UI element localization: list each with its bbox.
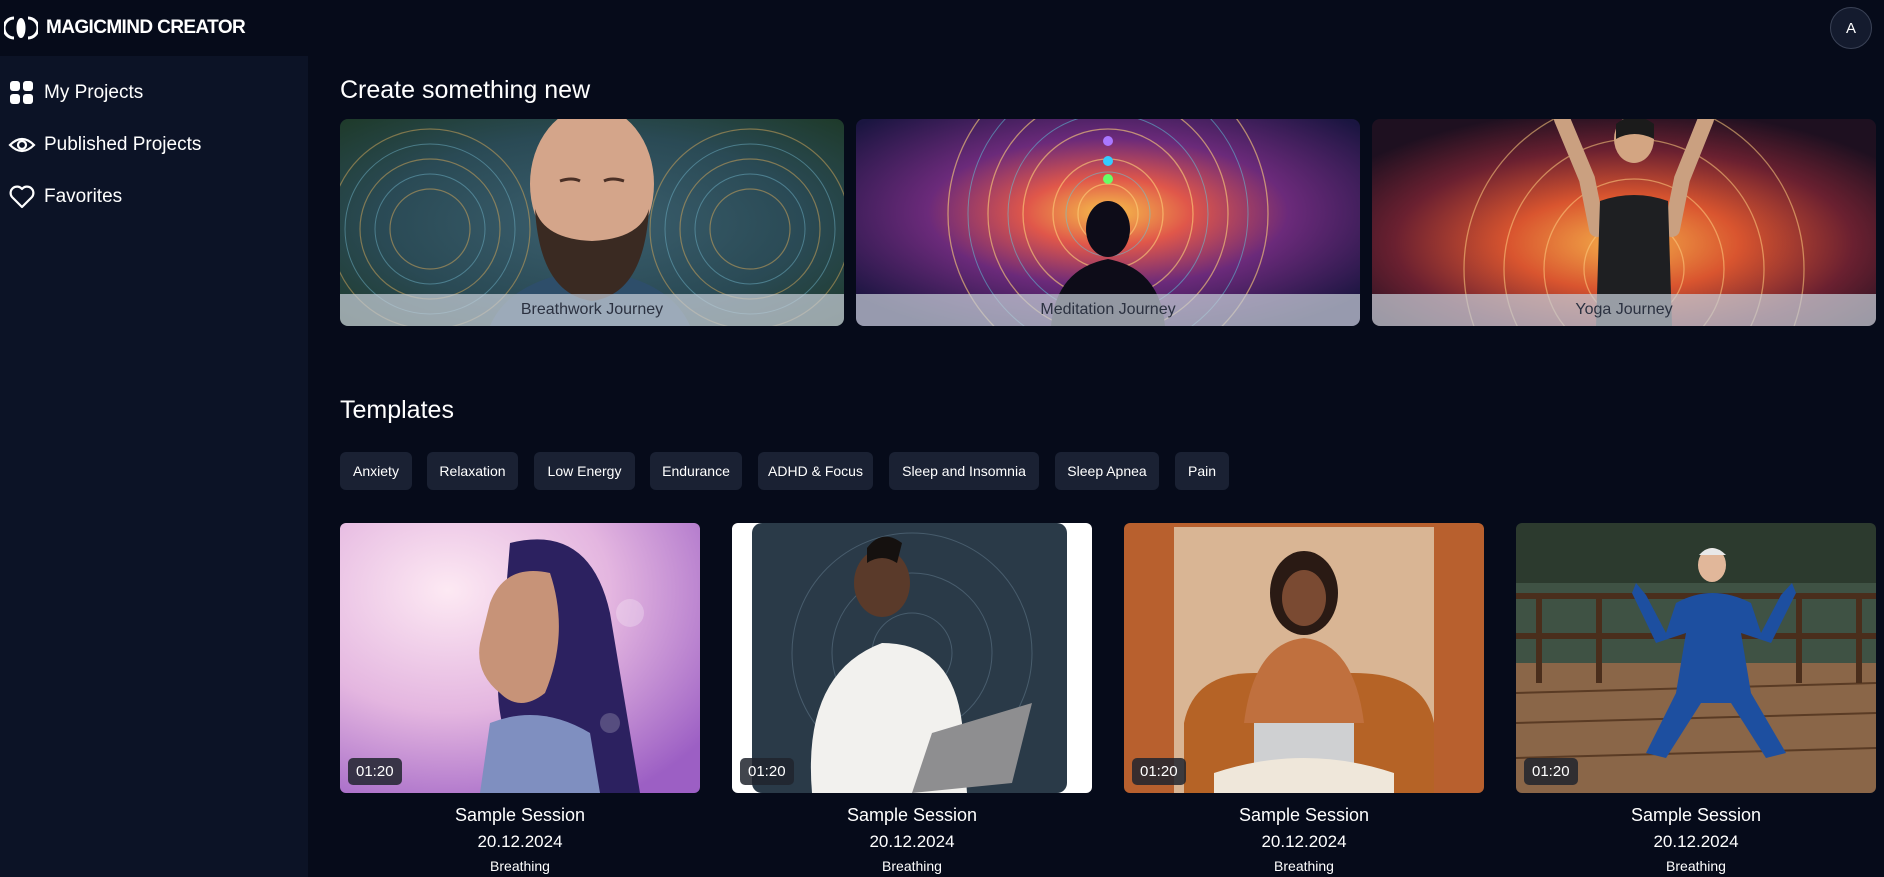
duration-badge: 01:20 — [1132, 758, 1186, 785]
filter-chip-adhd-focus[interactable]: ADHD & Focus — [758, 452, 873, 490]
template-thumbnail: 01:20 — [340, 523, 700, 793]
duration-badge: 01:20 — [348, 758, 402, 785]
journey-label: Meditation Journey — [856, 294, 1360, 326]
card-title: Sample Session — [1630, 805, 1762, 825]
logo-icon — [4, 16, 38, 40]
templates-section-title: Templates — [340, 396, 454, 424]
sidebar-item-published-projects[interactable]: Published Projects — [0, 128, 201, 162]
yoga-journey-card[interactable]: Yoga Journey — [1372, 119, 1876, 326]
card-category: Breathing — [882, 858, 942, 874]
card-date: 20.12.2024 — [1261, 832, 1347, 851]
card-title: Sample Session — [1238, 805, 1370, 825]
user-avatar[interactable]: A — [1830, 7, 1872, 49]
duration-badge: 01:20 — [1524, 758, 1578, 785]
grid-icon — [0, 76, 44, 110]
eye-icon — [0, 128, 44, 162]
duration-badge: 01:20 — [740, 758, 794, 785]
template-card[interactable]: 01:20 Sample Session 20.12.2024 Breathin… — [1516, 523, 1876, 874]
sidebar-item-my-projects[interactable]: My Projects — [0, 76, 143, 110]
filter-chip-sleep-apnea[interactable]: Sleep Apnea — [1055, 452, 1159, 490]
card-date: 20.12.2024 — [477, 832, 563, 851]
card-title: Sample Session — [454, 805, 586, 825]
top-bar: MAGICMIND CREATOR A — [0, 0, 1884, 56]
filter-chip-sleep-insomnia[interactable]: Sleep and Insomnia — [889, 452, 1039, 490]
template-thumbnail: 01:20 — [732, 523, 1092, 793]
app-name: MAGICMIND CREATOR — [46, 17, 246, 38]
sidebar-item-label: My Projects — [44, 82, 144, 103]
filter-chip-low-energy[interactable]: Low Energy — [534, 452, 635, 490]
filter-chip-relaxation[interactable]: Relaxation — [427, 452, 518, 490]
journey-label: Yoga Journey — [1372, 294, 1876, 326]
card-category: Breathing — [1666, 858, 1726, 874]
filter-chip-anxiety[interactable]: Anxiety — [340, 452, 412, 490]
app-logo[interactable]: MAGICMIND CREATOR — [4, 16, 246, 40]
card-title: Sample Session — [846, 805, 978, 825]
template-card[interactable]: 01:20 Sample Session 20.12.2024 Breathin… — [732, 523, 1092, 874]
filter-chip-pain[interactable]: Pain — [1175, 452, 1229, 490]
template-card[interactable]: 01:20 Sample Session 20.12.2024 Breathin… — [340, 523, 700, 874]
sidebar-item-label: Published Projects — [44, 134, 202, 155]
card-category: Breathing — [490, 858, 550, 874]
heart-icon — [0, 180, 44, 214]
card-date: 20.12.2024 — [1653, 832, 1739, 851]
sidebar-item-favorites[interactable]: Favorites — [0, 180, 122, 214]
template-thumbnail: 01:20 — [1124, 523, 1484, 793]
card-category: Breathing — [1274, 858, 1334, 874]
create-section-title: Create something new — [340, 76, 591, 104]
filter-chip-endurance[interactable]: Endurance — [650, 452, 742, 490]
journey-label: Breathwork Journey — [340, 294, 844, 326]
breathwork-journey-card[interactable]: Breathwork Journey — [340, 119, 844, 326]
meditation-journey-card[interactable]: Meditation Journey — [856, 119, 1360, 326]
sidebar-item-label: Favorites — [44, 186, 123, 207]
template-thumbnail: 01:20 — [1516, 523, 1876, 793]
template-card[interactable]: 01:20 Sample Session 20.12.2024 Breathin… — [1124, 523, 1484, 874]
card-date: 20.12.2024 — [869, 832, 955, 851]
